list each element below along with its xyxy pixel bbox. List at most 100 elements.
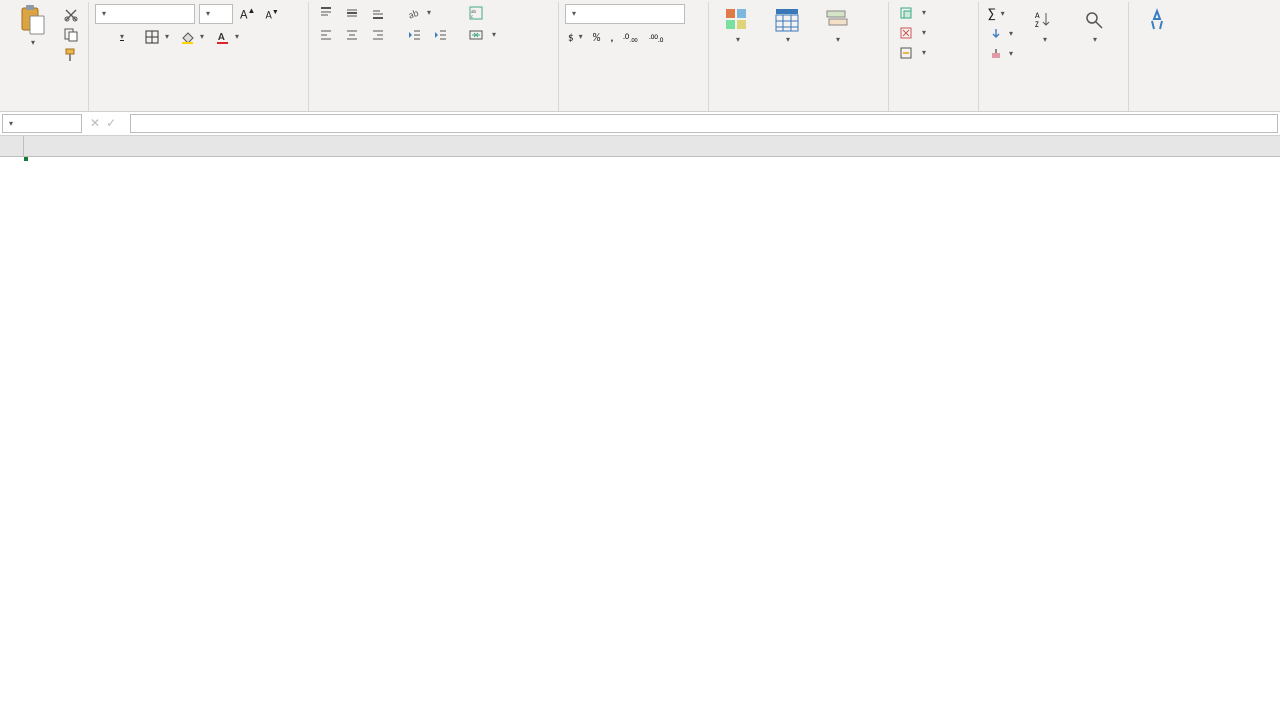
clear-icon [988,46,1004,62]
ribbon-group-number: $ % , .0.00 .00.0 [559,2,709,111]
currency-button[interactable]: $ [565,30,586,45]
styles-group-label [715,106,882,111]
align-top-button[interactable] [315,4,337,22]
format-button[interactable] [895,44,929,62]
cancel-formula-button[interactable]: ✕ [90,116,100,131]
comma-button[interactable]: , [607,30,616,45]
autosum-button[interactable]: ∑ [985,4,1016,23]
formula-bar: ✕ ✓ [0,112,1280,136]
svg-text:A: A [218,30,225,43]
font-color-button[interactable]: A [211,28,242,46]
ribbon-group-cells [889,2,979,111]
font-group-label [95,106,302,111]
cell-styles-icon [823,6,851,34]
ribbon-group-editing: ∑ AZ [979,2,1129,111]
copy-icon [63,27,79,43]
conditional-formatting-icon [723,6,751,34]
increase-font-button[interactable]: A▲ [237,5,258,23]
orientation-button[interactable]: ab [403,4,434,22]
cut-button[interactable] [60,6,82,24]
format-painter-button[interactable] [60,46,82,64]
align-top-icon [318,5,334,21]
sort-filter-button[interactable]: AZ [1022,4,1066,47]
column-headers [0,136,1280,157]
ideas-group-label [1135,106,1179,111]
fill-icon [988,26,1004,42]
fill-button[interactable] [985,25,1016,43]
name-box[interactable] [2,114,82,133]
percent-icon: % [593,31,601,44]
find-select-icon [1080,6,1108,34]
italic-button[interactable] [105,36,111,38]
svg-text:ab: ab [407,6,420,20]
clear-button[interactable] [985,45,1016,63]
increase-indent-button[interactable] [429,26,451,44]
percent-button[interactable]: % [590,30,604,45]
delete-icon [898,25,914,41]
paste-button[interactable] [10,4,54,50]
orientation-icon: ab [406,5,422,21]
number-group-label [565,106,702,111]
decrease-indent-button[interactable] [403,26,425,44]
enter-formula-button[interactable]: ✓ [106,116,116,131]
conditional-formatting-button[interactable] [715,4,759,47]
ribbon-group-styles [709,2,889,111]
cells-group-label [895,106,972,111]
decrease-indent-icon [406,27,422,43]
align-left-button[interactable] [315,26,337,44]
decrease-decimal-icon: .00.0 [649,29,665,45]
cell-styles-button[interactable] [815,4,859,47]
wrap-text-icon: abc [468,5,484,21]
decrease-font-button[interactable]: A▼ [262,6,281,23]
svg-text:.00: .00 [630,36,638,44]
spreadsheet [0,136,1280,157]
ribbon-group-alignment: ab abc [309,2,559,111]
svg-text:.0: .0 [623,32,629,42]
align-center-button[interactable] [341,26,363,44]
align-bottom-button[interactable] [367,4,389,22]
align-center-icon [344,27,360,43]
fill-color-button[interactable] [176,28,207,46]
format-as-table-icon [773,6,801,34]
ideas-button[interactable] [1135,4,1179,38]
decrease-font-icon: A▼ [265,7,278,22]
border-button[interactable] [141,28,172,46]
delete-button[interactable] [895,24,929,42]
increase-decimal-button[interactable]: .0.00 [620,28,642,46]
align-bottom-icon [370,5,386,21]
align-middle-button[interactable] [341,4,363,22]
align-left-icon [318,27,334,43]
format-as-table-button[interactable] [765,4,809,47]
select-all-corner[interactable] [0,136,24,156]
insert-button[interactable] [895,4,929,22]
align-right-button[interactable] [367,26,389,44]
wrap-text-button[interactable]: abc [465,4,499,22]
font-color-icon: A [214,29,230,45]
formula-input[interactable] [130,114,1278,133]
paste-dropdown-icon [29,36,35,48]
alignment-group-label [315,106,552,111]
decrease-decimal-button[interactable]: .00.0 [646,28,668,46]
format-painter-icon [63,47,79,63]
format-icon [898,45,914,61]
svg-text:Z: Z [1035,20,1039,30]
align-right-icon [370,27,386,43]
editing-group-label [985,106,1122,111]
sort-filter-icon: AZ [1030,6,1058,34]
find-select-button[interactable] [1072,4,1116,47]
insert-icon [898,5,914,21]
underline-button[interactable] [115,31,127,43]
merge-center-icon [468,27,484,43]
bold-button[interactable] [95,36,101,38]
ribbon-group-clipboard [4,2,89,111]
font-size-select[interactable] [199,4,233,24]
fill-color-icon [179,29,195,45]
copy-button[interactable] [60,26,82,44]
merge-center-button[interactable] [465,26,499,44]
ideas-icon [1143,6,1171,34]
border-icon [144,29,160,45]
svg-text:.0: .0 [658,35,664,44]
font-name-select[interactable] [95,4,195,24]
clipboard-group-label [10,106,82,111]
number-format-select[interactable] [565,4,685,24]
